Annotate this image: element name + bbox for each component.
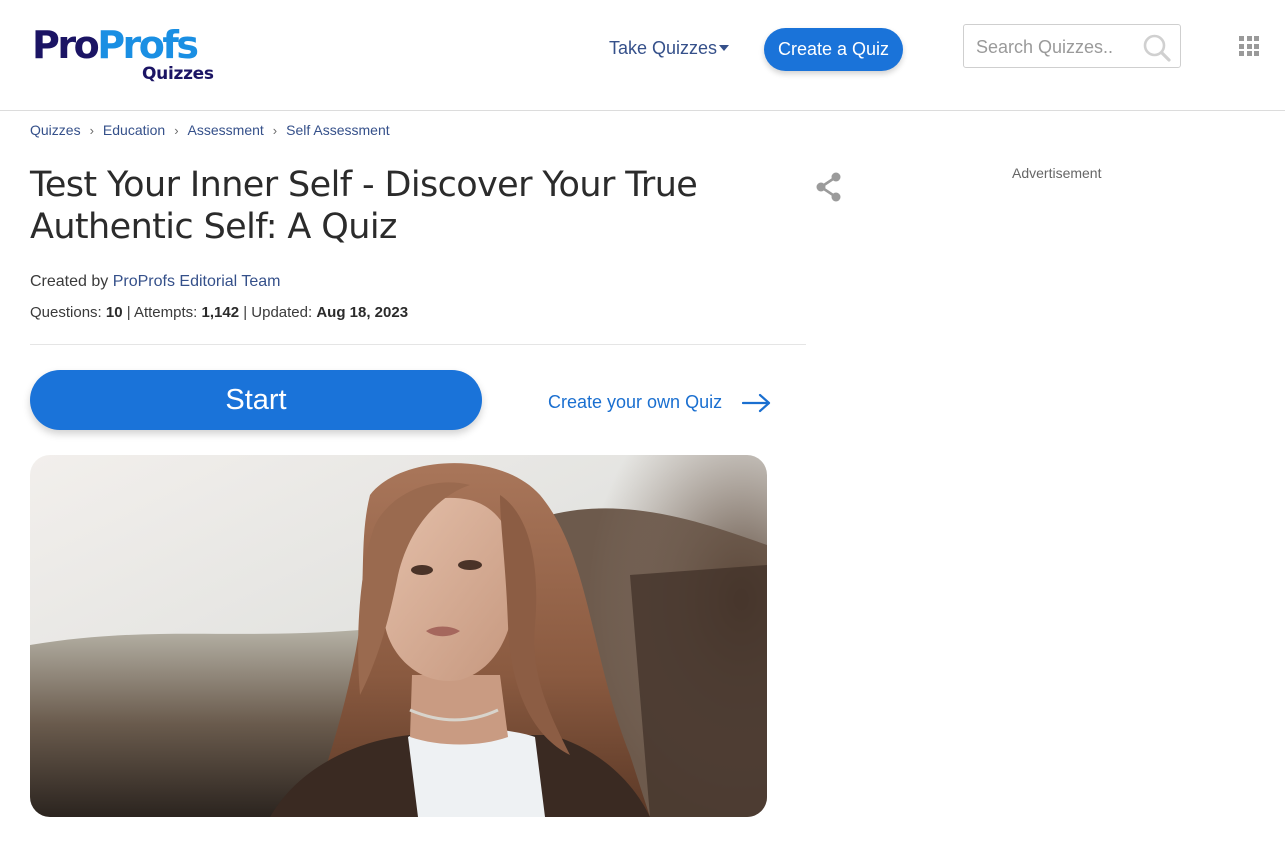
site-header: ProProfs Quizzes Take Quizzes Create a Q… <box>0 0 1285 111</box>
logo-profs-text: Profs <box>97 23 199 67</box>
search-input[interactable] <box>976 35 1136 59</box>
created-by: Created by ProProfs Editorial Team <box>30 273 281 291</box>
logo-pro-text: Pro <box>32 23 100 67</box>
breadcrumb-education[interactable]: Education <box>103 122 165 138</box>
breadcrumb-separator: › <box>89 123 94 138</box>
caret-down-icon <box>719 45 730 52</box>
apps-grid-icon[interactable] <box>1239 36 1259 56</box>
questions-label: Questions: <box>30 304 106 321</box>
created-by-prefix: Created by <box>30 273 113 290</box>
updated-date: Aug 18, 2023 <box>316 304 409 321</box>
breadcrumb-assessment[interactable]: Assessment <box>188 122 264 138</box>
quiz-cover-image <box>30 455 767 817</box>
create-a-quiz-button[interactable]: Create a Quiz <box>764 28 903 71</box>
updated-label: | Updated: <box>239 304 317 321</box>
take-quizzes-menu[interactable]: Take Quizzes <box>609 38 730 59</box>
quiz-meta: Questions: 10 | Attempts: 1,142 | Update… <box>30 304 408 321</box>
search-icon[interactable] <box>1142 33 1172 63</box>
breadcrumb-separator: › <box>174 123 179 138</box>
author-link[interactable]: ProProfs Editorial Team <box>113 273 281 290</box>
breadcrumb-quizzes[interactable]: Quizzes <box>30 122 81 138</box>
search-box <box>963 24 1181 68</box>
woman-portrait-photo <box>30 455 767 817</box>
proprofs-quizzes-logo[interactable]: ProProfs Quizzes <box>32 24 222 86</box>
arrow-right-icon[interactable] <box>742 393 771 413</box>
advertisement-label: Advertisement <box>1012 165 1102 181</box>
logo-quizzes-text: Quizzes <box>142 64 214 84</box>
take-quizzes-label: Take Quizzes <box>609 38 718 58</box>
questions-count: 10 <box>105 304 123 321</box>
breadcrumb-separator: › <box>272 123 278 138</box>
start-button[interactable]: Start <box>30 370 482 430</box>
logo-wordmark: ProProfs <box>32 24 222 66</box>
divider <box>30 344 806 345</box>
breadcrumb: Quizzes › Education › Assessment › Self Assess… <box>30 122 390 138</box>
attempts-count: 1,142 <box>201 304 240 321</box>
attempts-label: | Attempts: <box>122 304 202 321</box>
share-icon[interactable] <box>814 171 844 203</box>
breadcrumb-self-assessment[interactable]: Self Assessment <box>286 122 390 138</box>
create-your-own-quiz-link[interactable]: Create your own Quiz <box>548 392 722 413</box>
page-title: Test Your Inner Self - Discover Your Tru… <box>30 165 698 247</box>
